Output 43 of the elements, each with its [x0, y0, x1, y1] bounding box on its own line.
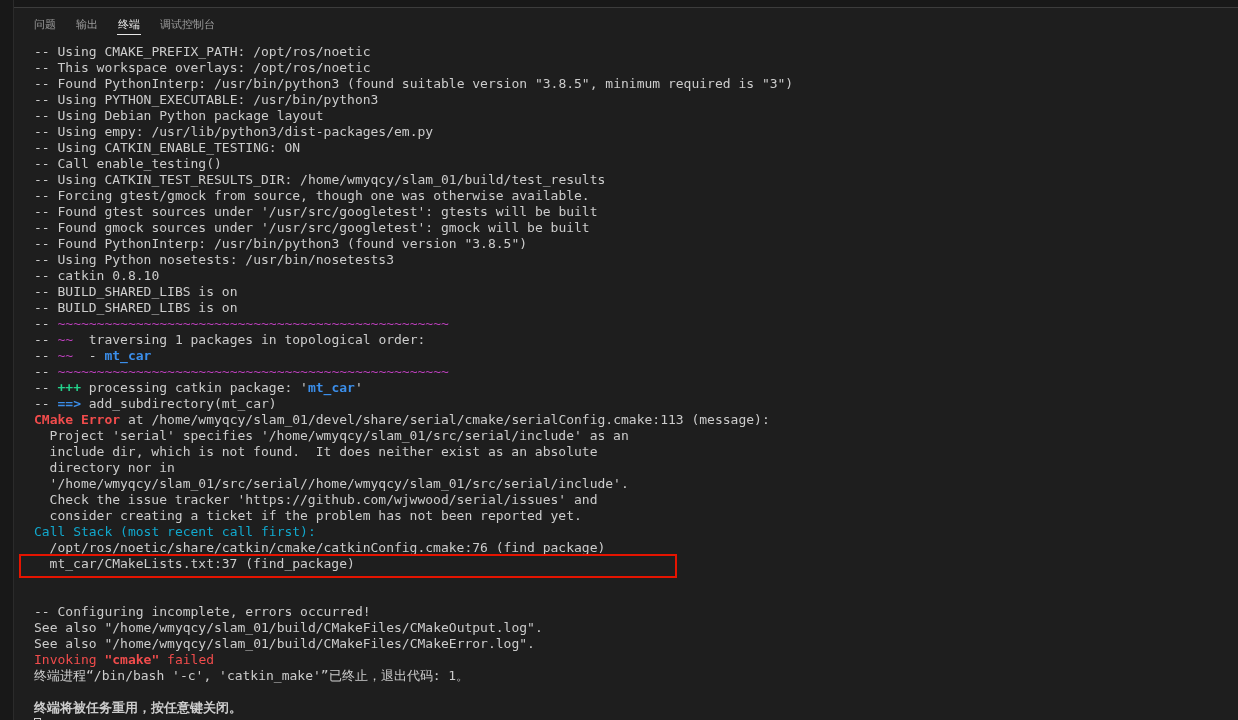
terminal-line: -- Using empy: /usr/lib/python3/dist-packages/em.py	[34, 124, 434, 140]
terminal-line: consider creating a ticket if the problem has not been reported yet.	[48, 508, 582, 524]
terminal-line: -- Using CMAKE_PREFIX_PATH: /opt/ros/noetic	[34, 44, 371, 60]
terminal-line: -- ~~ - mt_car	[34, 348, 152, 364]
terminal-line: Call Stack (most recent call first):	[34, 524, 316, 540]
terminal-line: -- catkin 0.8.10	[34, 268, 160, 284]
terminal-line: 终端进程“/bin/bash '-c', 'catkin_make'”已终止，退出代码: 1。	[34, 668, 470, 684]
terminal-line: '/home/wmyqcy/slam_01/src/serial//home/wmyqcy/slam_01/src/serial/include'.	[48, 476, 629, 492]
terminal-line: Invoking "cmake" failed	[34, 652, 215, 668]
terminal-line: -- ==> add_subdirectory(mt_car)	[34, 396, 277, 412]
terminal-line: -- Forcing gtest/gmock from source, though one was otherwise available.	[34, 188, 590, 204]
terminal-line: -- Found gmock sources under '/usr/src/googletest': gmock will be built	[34, 220, 590, 236]
terminal-line: mt_car/CMakeLists.txt:37 (find_package)	[34, 556, 355, 572]
terminal-line: -- Using CATKIN_ENABLE_TESTING: ON	[34, 140, 301, 156]
terminal-line: -- +++ processing catkin package: 'mt_car'	[34, 380, 363, 396]
terminal-line: -- Using Debian Python package layout	[34, 108, 324, 124]
terminal-line: -- Using Python nosetests: /usr/bin/nosetests3	[34, 252, 395, 268]
terminal-line: CMake Error at /home/wmyqcy/slam_01/devel/share/serial/cmake/serialConfig.cmake:113 (message):	[34, 412, 770, 428]
terminal-line: -- BUILD_SHARED_LIBS is on	[34, 284, 238, 300]
terminal-line: -- Using PYTHON_EXECUTABLE: /usr/bin/python3	[34, 92, 379, 108]
panel-tab[interactable]: 调试控制台	[159, 17, 216, 35]
panel-tab[interactable]: 问题	[33, 17, 57, 35]
terminal-line: -- BUILD_SHARED_LIBS is on	[34, 300, 238, 316]
terminal-line: See also "/home/wmyqcy/slam_01/build/CMakeFiles/CMakeError.log".	[34, 636, 535, 652]
terminal-line: -- Found PythonInterp: /usr/bin/python3 (found suitable version "3.8.5", minimum required is "3")	[34, 76, 794, 92]
terminal-line: -- ~~ traversing 1 packages in topological order:	[34, 332, 426, 348]
terminal-line: See also "/home/wmyqcy/slam_01/build/CMakeFiles/CMakeOutput.log".	[34, 620, 543, 636]
terminal-line: -- Call enable_testing()	[34, 156, 222, 172]
terminal-line: Project 'serial' specifies '/home/wmyqcy/slam_01/src/serial/include' as an	[48, 428, 629, 444]
terminal-line: -- Configuring incomplete, errors occurred!	[34, 604, 371, 620]
terminal-line: /opt/ros/noetic/share/catkin/cmake/catkinConfig.cmake:76 (find_package)	[48, 540, 606, 556]
panel-tab[interactable]: 终端	[117, 17, 141, 35]
terminal-line: -- ~~~~~~~~~~~~~~~~~~~~~~~~~~~~~~~~~~~~~~~~~~~~~~~~~~	[34, 364, 449, 380]
terminal-line: -- This workspace overlays: /opt/ros/noetic	[34, 60, 371, 76]
panel-tab[interactable]: 输出	[75, 17, 99, 35]
terminal-line: -- Using CATKIN_TEST_RESULTS_DIR: /home/wmyqcy/slam_01/build/test_results	[34, 172, 606, 188]
terminal-line: -- Found PythonInterp: /usr/bin/python3 (found version "3.8.5")	[34, 236, 528, 252]
terminal-line: include dir, which is not found. It does neither exist as an absolute	[48, 444, 598, 460]
terminal-line: 终端将被任务重用，按任意键关闭。	[34, 700, 242, 716]
terminal-line: -- ~~~~~~~~~~~~~~~~~~~~~~~~~~~~~~~~~~~~~~~~~~~~~~~~~~	[34, 316, 449, 332]
terminal-line: Check the issue tracker 'https://github.com/wjwwood/serial/issues' and	[48, 492, 598, 508]
terminal-line: -- Found gtest sources under '/usr/src/googletest': gtests will be built	[34, 204, 598, 220]
terminal-line: directory nor in	[48, 460, 175, 476]
